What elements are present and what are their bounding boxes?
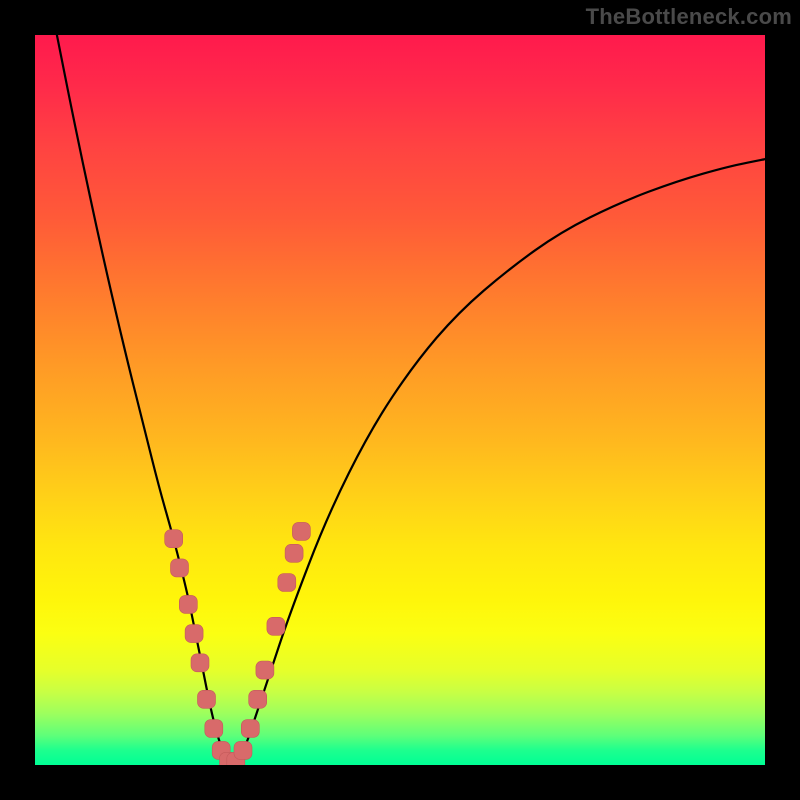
curve-marker [205, 720, 223, 738]
curve-marker [198, 690, 216, 708]
curve-marker [292, 522, 310, 540]
bottleneck-curve [57, 35, 765, 763]
curve-marker [256, 661, 274, 679]
curve-marker [241, 720, 259, 738]
curve-marker [185, 625, 203, 643]
watermark-text: TheBottleneck.com [586, 4, 792, 30]
chart-stage: TheBottleneck.com [0, 0, 800, 800]
curve-marker [179, 595, 197, 613]
curve-marker [191, 654, 209, 672]
curve-marker [165, 530, 183, 548]
plot-area [35, 35, 765, 765]
curve-marker [249, 690, 267, 708]
curve-marker [234, 741, 252, 759]
curve-marker [285, 544, 303, 562]
curve-marker [267, 617, 285, 635]
curve-marker [278, 574, 296, 592]
curve-layer [35, 35, 765, 765]
curve-marker [171, 559, 189, 577]
curve-markers [165, 522, 311, 765]
